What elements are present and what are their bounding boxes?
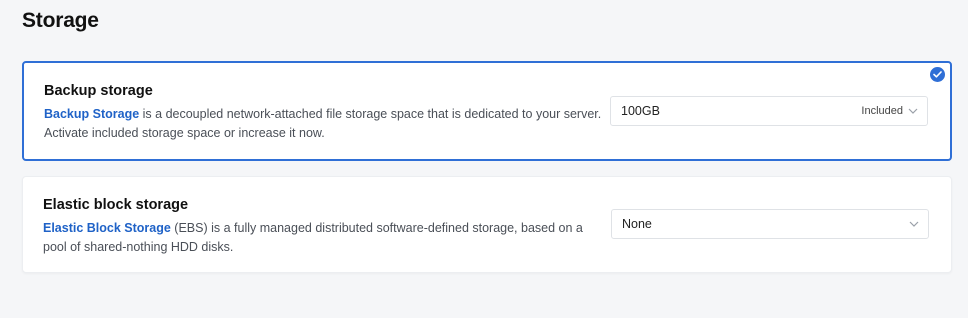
chevron-down-icon bbox=[909, 221, 919, 227]
included-badge: Included bbox=[861, 105, 903, 117]
check-circle-icon bbox=[930, 67, 945, 82]
backup-storage-card[interactable]: Backup storage Backup Storage is a decou… bbox=[22, 61, 952, 161]
backup-storage-select-value: 100GB bbox=[621, 104, 660, 118]
backup-storage-link[interactable]: Backup Storage bbox=[44, 107, 139, 121]
elastic-block-storage-select-value: None bbox=[622, 217, 652, 231]
elastic-block-storage-description: Elastic Block Storage (EBS) is a fully m… bbox=[43, 219, 603, 257]
elastic-block-storage-title: Elastic block storage bbox=[43, 197, 189, 213]
elastic-block-storage-link[interactable]: Elastic Block Storage bbox=[43, 221, 171, 235]
elastic-block-storage-select[interactable]: None bbox=[611, 209, 929, 239]
backup-storage-description: Backup Storage is a decoupled network-at… bbox=[44, 105, 604, 143]
elastic-block-storage-card[interactable]: Elastic block storage Elastic Block Stor… bbox=[22, 176, 952, 273]
backup-storage-select[interactable]: 100GB Included bbox=[610, 96, 928, 126]
backup-storage-title: Backup storage bbox=[44, 83, 153, 99]
chevron-down-icon bbox=[908, 108, 918, 114]
page-title: Storage bbox=[22, 9, 99, 32]
